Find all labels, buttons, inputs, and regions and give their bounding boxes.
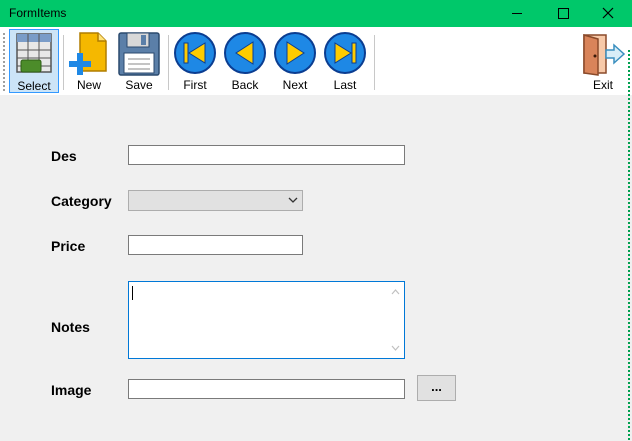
last-button[interactable]: Last bbox=[322, 29, 368, 93]
browse-image-button[interactable]: ... bbox=[417, 375, 456, 401]
select-label: Select bbox=[17, 79, 51, 93]
exit-door-icon bbox=[583, 34, 626, 76]
select-button[interactable]: Select bbox=[9, 29, 59, 93]
image-label: Image bbox=[51, 382, 92, 398]
close-button[interactable] bbox=[586, 0, 632, 27]
des-input[interactable] bbox=[128, 145, 405, 165]
exit-button[interactable]: Exit bbox=[580, 29, 626, 93]
last-record-icon bbox=[324, 32, 366, 74]
notes-textarea[interactable] bbox=[128, 281, 405, 359]
save-label: Save bbox=[125, 78, 153, 92]
grid-select-icon bbox=[16, 33, 52, 73]
window-title: FormItems bbox=[9, 6, 67, 20]
category-select[interactable] bbox=[128, 190, 303, 211]
back-button[interactable]: Back bbox=[222, 29, 268, 93]
next-arrow-icon bbox=[274, 32, 316, 74]
new-label: New bbox=[76, 78, 101, 92]
price-input[interactable] bbox=[128, 235, 303, 255]
title-bar: FormItems bbox=[0, 0, 632, 27]
text-caret bbox=[132, 286, 133, 300]
exit-label: Exit bbox=[592, 78, 613, 92]
save-button[interactable]: Save bbox=[115, 29, 163, 93]
chevron-down-icon bbox=[288, 197, 298, 203]
back-arrow-icon bbox=[224, 32, 266, 74]
window-edge bbox=[628, 50, 632, 440]
image-path-input[interactable] bbox=[128, 379, 405, 399]
des-label: Des bbox=[51, 148, 77, 164]
minimize-button[interactable] bbox=[494, 0, 540, 27]
scroll-arrows-icon bbox=[391, 289, 400, 351]
notes-scrollbar[interactable] bbox=[387, 282, 404, 358]
next-label: Next bbox=[282, 78, 308, 92]
close-icon bbox=[602, 7, 614, 19]
next-button[interactable]: Next bbox=[272, 29, 318, 93]
first-button[interactable]: First bbox=[172, 29, 218, 93]
minimize-icon bbox=[512, 13, 522, 14]
toolbar-grip[interactable] bbox=[3, 33, 7, 91]
last-label: Last bbox=[333, 78, 357, 92]
toolbar-separator bbox=[63, 35, 64, 90]
maximize-icon bbox=[558, 8, 569, 19]
toolbar-separator bbox=[374, 35, 375, 90]
back-label: Back bbox=[231, 78, 259, 92]
first-record-icon bbox=[174, 32, 216, 74]
new-document-icon bbox=[69, 32, 107, 75]
notes-label: Notes bbox=[51, 319, 90, 335]
toolbar-separator bbox=[168, 35, 169, 90]
new-button[interactable]: New bbox=[66, 29, 112, 93]
first-label: First bbox=[183, 78, 207, 92]
price-label: Price bbox=[51, 238, 86, 254]
save-disk-icon bbox=[118, 32, 160, 76]
maximize-button[interactable] bbox=[540, 0, 586, 27]
toolbar: Select New Save First Back Next Last Exi… bbox=[0, 27, 632, 95]
category-label: Category bbox=[51, 193, 112, 209]
